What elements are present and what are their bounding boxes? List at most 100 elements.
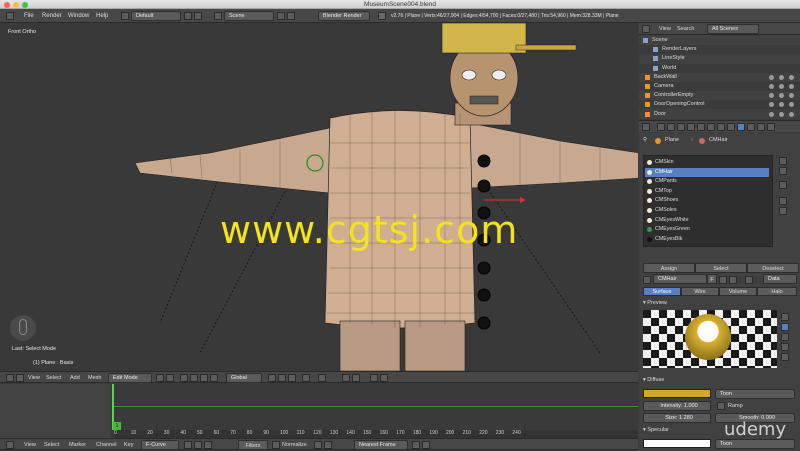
snap-icon[interactable] [342, 374, 350, 382]
material-slot-list[interactable]: CMSkin CMHair CMPants CMTop CMShoes CMSoles CM… [643, 155, 773, 247]
material-slot[interactable]: CMHair [645, 167, 769, 178]
render-tab-icon[interactable] [657, 123, 665, 131]
particles-tab-icon[interactable] [757, 123, 765, 131]
remove-layout-icon[interactable] [194, 12, 202, 20]
render-engine-select[interactable]: Blender Render [318, 11, 370, 21]
outliner-item[interactable]: World [639, 63, 800, 73]
outliner-item[interactable]: ControllerEmpty [639, 91, 800, 101]
menu-view-3d[interactable]: View [28, 372, 40, 384]
tab-surface[interactable]: Surface [643, 287, 681, 296]
diffuse-shader-select[interactable]: Toon [715, 389, 795, 399]
outliner-view-menu[interactable]: View [659, 23, 671, 35]
add-layout-icon[interactable] [184, 12, 192, 20]
preview-flat-icon[interactable] [781, 313, 789, 321]
eye-icon[interactable] [769, 84, 774, 89]
material-slot[interactable]: CMSoles [645, 206, 769, 216]
add-scene-icon[interactable] [277, 12, 285, 20]
outliner-item[interactable]: DoorOpeningControl [639, 100, 800, 110]
outliner-item[interactable]: LineStyle [639, 54, 800, 64]
orientation-select[interactable]: Global [226, 373, 262, 383]
cursor-icon[interactable] [779, 84, 784, 89]
preview-monkey-icon[interactable] [781, 343, 789, 351]
menu-render[interactable]: Render [42, 9, 62, 23]
menu-key-graph[interactable]: Key [124, 439, 133, 451]
menu-channel-graph[interactable]: Channel [96, 439, 117, 451]
outliner-item[interactable]: BackWall [639, 72, 800, 82]
edge-select-icon[interactable] [278, 374, 286, 382]
eye-icon[interactable] [769, 102, 774, 108]
browse-material-icon[interactable] [643, 276, 651, 284]
unlink-material-icon[interactable] [729, 276, 737, 284]
eye-icon[interactable] [769, 111, 774, 117]
snap-target-icon[interactable] [352, 374, 360, 382]
outliner-item[interactable]: Camera [639, 82, 800, 91]
outliner-item[interactable]: Door [639, 109, 800, 119]
scene-field[interactable]: Scene [224, 11, 274, 21]
menu-help[interactable]: Help [96, 9, 108, 23]
tab-volume[interactable]: Volume [719, 287, 757, 296]
world-tab-icon[interactable] [687, 123, 695, 131]
camera-icon[interactable] [789, 74, 794, 80]
add-slot-icon[interactable] [779, 157, 787, 165]
menu-marker-graph[interactable]: Marker [69, 439, 86, 451]
select-button[interactable]: Select [695, 263, 747, 273]
eye-icon[interactable] [769, 74, 774, 80]
editor-type-icon-properties[interactable] [642, 123, 650, 131]
only-selected-icon[interactable] [194, 441, 202, 449]
specular-color-swatch[interactable] [643, 439, 711, 448]
vertex-select-icon[interactable] [268, 374, 276, 382]
specular-panel-toggle[interactable]: ▾ Specular [643, 427, 669, 433]
data-tab-icon[interactable] [727, 123, 735, 131]
diffuse-color-swatch[interactable] [643, 389, 711, 398]
render-layers-tab-icon[interactable] [667, 123, 675, 131]
toggle-icon-3d[interactable] [16, 374, 24, 382]
scene-tab-icon[interactable] [677, 123, 685, 131]
filter-toggle-icon[interactable] [184, 441, 192, 449]
material-slot[interactable]: CMShoes [645, 196, 769, 206]
face-select-icon[interactable] [288, 374, 296, 382]
modifiers-tab-icon[interactable] [717, 123, 725, 131]
remove-slot-icon[interactable] [779, 167, 787, 175]
scene-icon[interactable] [214, 12, 222, 20]
ramp-checkbox[interactable] [717, 402, 725, 410]
mode-select[interactable]: Edit Mode [108, 373, 152, 383]
texture-tab-icon[interactable] [747, 123, 755, 131]
graph-mode-select[interactable]: F-Curve [141, 440, 179, 450]
preview-cube-icon[interactable] [781, 333, 789, 341]
camera-icon[interactable] [789, 111, 794, 117]
pivot-graph-icon[interactable] [314, 441, 322, 449]
layout-field[interactable]: Default [131, 11, 181, 21]
editor-type-icon[interactable] [6, 12, 14, 20]
last-operator-label[interactable]: Last: Select Mode [12, 346, 56, 352]
copy-keys-icon[interactable] [412, 441, 420, 449]
proportional-icon[interactable] [318, 374, 326, 382]
deselect-button[interactable]: Deselect [747, 263, 799, 273]
intensity-field[interactable]: Intensity: 1.000 [643, 401, 711, 411]
preview-sphere-icon[interactable] [781, 323, 789, 331]
fake-user-button[interactable]: F [707, 274, 717, 284]
filters-button[interactable]: Filters [238, 440, 268, 450]
paste-keys-icon[interactable] [422, 441, 430, 449]
menu-select-graph[interactable]: Select [44, 439, 59, 451]
outliner-display-select[interactable]: All Scenes [707, 24, 759, 34]
outliner-search-menu[interactable]: Search [677, 23, 694, 35]
editor-type-icon-3d[interactable] [6, 374, 14, 382]
menu-mesh-3d[interactable]: Mesh [88, 372, 101, 384]
constraints-tab-icon[interactable] [707, 123, 715, 131]
diffuse-panel-toggle[interactable]: ▾ Diffuse [643, 377, 664, 383]
tab-halo[interactable]: Halo [757, 287, 797, 296]
material-slot[interactable]: CMEyesBlk [645, 235, 769, 245]
editor-type-icon-graph[interactable] [6, 441, 14, 449]
normalize-checkbox[interactable] [272, 441, 280, 449]
rotate-icon[interactable] [200, 374, 208, 382]
move-slot-down-icon[interactable] [779, 207, 787, 215]
layout-icon[interactable] [121, 12, 129, 20]
move-slot-up-icon[interactable] [779, 197, 787, 205]
render-icon[interactable] [370, 374, 378, 382]
tab-wire[interactable]: Wire [681, 287, 719, 296]
menu-file[interactable]: File [24, 9, 34, 23]
camera-icon[interactable] [789, 84, 794, 89]
assign-button[interactable]: Assign [643, 263, 695, 273]
pivot-icon[interactable] [166, 374, 174, 382]
occlude-icon[interactable] [302, 374, 310, 382]
